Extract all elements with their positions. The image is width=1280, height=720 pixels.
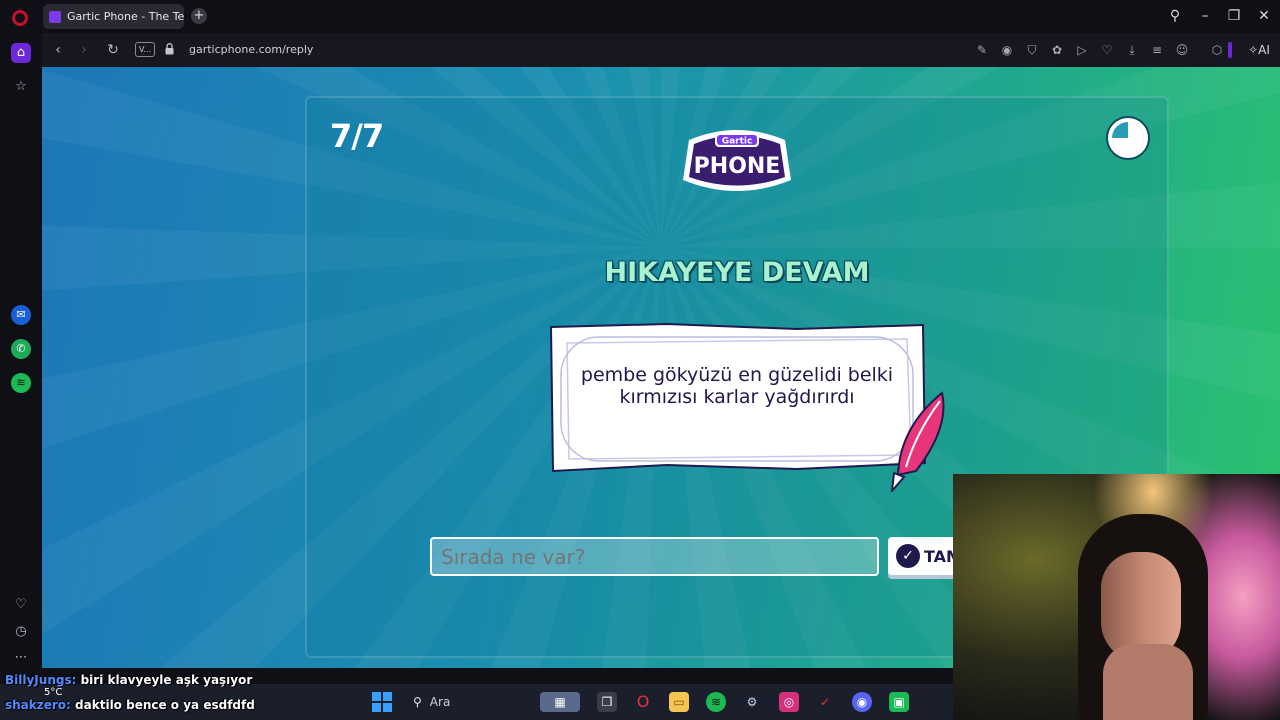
steam-icon[interactable]: ⚙ <box>742 692 762 712</box>
opera-taskbar-icon[interactable]: O <box>633 692 653 712</box>
task-view-icon[interactable]: ❒ <box>597 692 617 712</box>
android-app-icon[interactable]: ▣ <box>889 692 909 712</box>
tab-title: Gartic Phone - The Teleph <box>67 10 184 23</box>
menu-icon[interactable]: ≡ <box>1149 42 1165 58</box>
back-button[interactable]: ‹ <box>49 41 67 59</box>
edit-icon[interactable]: ✎ <box>974 42 990 58</box>
chat-message: daktilo bence o ya esdfdfd <box>75 698 255 712</box>
extensions-icon[interactable]: ✿ <box>1049 42 1065 58</box>
heart-icon[interactable]: ♡ <box>1099 42 1115 58</box>
opera-logo-icon[interactable] <box>12 10 28 26</box>
home-icon[interactable]: ⌂ <box>11 43 31 63</box>
new-tab-button[interactable]: + <box>191 8 207 24</box>
answer-input[interactable] <box>430 537 879 576</box>
search-icon: ⚲ <box>413 695 422 709</box>
search-tabs-icon[interactable]: ⚲ <box>1163 6 1187 26</box>
messenger-icon[interactable]: ✉ <box>11 305 31 325</box>
logo-top-text: Gartic <box>722 137 753 147</box>
gartic-favicon-icon <box>49 10 61 23</box>
webcam-streamer-hand <box>1103 644 1193 720</box>
instagram-icon[interactable]: ◎ <box>779 692 799 712</box>
send-icon[interactable]: ▷ <box>1074 42 1090 58</box>
page-heading: HIKAYEYE DEVAM <box>604 257 870 288</box>
more-options-icon[interactable]: ⋯ <box>11 648 31 668</box>
camera-icon[interactable]: ◉ <box>999 42 1015 58</box>
taskbar-search-label: Ara <box>429 695 451 709</box>
browser-sidebar: ⌂ ☆ ✉ ✆ ≋ ♡ ◷ ⋯ <box>0 33 42 668</box>
close-window-button[interactable]: ✕ <box>1252 6 1276 26</box>
download-icon[interactable]: ⤓ <box>1124 42 1140 58</box>
story-text: pembe gökyüzü en güzelidi belki kırmızıs… <box>580 364 894 408</box>
lock-icon <box>165 43 174 55</box>
reload-button[interactable]: ↻ <box>104 41 122 59</box>
whatsapp-icon[interactable]: ✆ <box>11 339 31 359</box>
chat-message: biri klavyeyle aşk yaşıyor <box>80 673 253 687</box>
cube-icon[interactable]: ⬡ <box>1209 42 1225 58</box>
chat-line-1: BillyJungs: biri klavyeyle aşk yaşıyor <box>5 673 252 687</box>
browser-titlebar: Gartic Phone - The Teleph + ⚲ – ❐ ✕ <box>0 0 1280 33</box>
ai-button[interactable]: ✧AI <box>1244 42 1274 58</box>
chat-username: BillyJungs: <box>5 673 77 687</box>
vivaldi-icon[interactable]: ✓ <box>815 692 835 712</box>
logo-main-text: PHONE <box>694 154 781 179</box>
favorites-heart-icon[interactable]: ♡ <box>11 595 31 615</box>
address-url[interactable]: garticphone.com/reply <box>189 43 313 56</box>
windows-start-icon[interactable] <box>372 692 392 712</box>
address-bar-row: ‹ › ↻ V... garticphone.com/reply ✎ ◉ ⛉ ✿… <box>42 33 1280 67</box>
file-explorer-icon[interactable]: ▭ <box>669 692 689 712</box>
forward-button[interactable]: › <box>75 41 93 59</box>
shield-icon[interactable]: ⛉ <box>1024 42 1040 58</box>
chat-line-2: shakzero: daktilo bence o ya esdfdfd <box>5 698 255 712</box>
check-icon: ✓ <box>896 544 920 568</box>
quill-pen-icon <box>890 391 945 492</box>
weather-temperature[interactable]: 5°C <box>44 687 62 698</box>
restore-button[interactable]: ❐ <box>1222 6 1246 26</box>
timer-icon <box>1106 116 1150 160</box>
gartic-phone-logo: Gartic PHONE <box>683 130 791 191</box>
history-clock-icon[interactable]: ◷ <box>11 622 31 642</box>
accent-divider <box>1228 42 1232 58</box>
star-icon[interactable]: ☆ <box>11 77 31 97</box>
widgets-icon[interactable]: ▦ <box>540 692 580 712</box>
chat-username: shakzero: <box>5 698 71 712</box>
webcam-overlay <box>953 474 1280 720</box>
browser-tab[interactable]: Gartic Phone - The Teleph <box>43 4 184 29</box>
ai-label: AI <box>1258 43 1270 57</box>
profile-icon[interactable]: ☺ <box>1174 42 1190 58</box>
round-counter: 7/7 <box>330 117 384 155</box>
discord-icon[interactable]: ◉ <box>852 692 872 712</box>
minimize-button[interactable]: – <box>1193 6 1217 26</box>
spotify-taskbar-icon[interactable]: ≋ <box>706 692 726 712</box>
spotify-icon[interactable]: ≋ <box>11 373 31 393</box>
vpn-badge[interactable]: V... <box>135 42 155 57</box>
